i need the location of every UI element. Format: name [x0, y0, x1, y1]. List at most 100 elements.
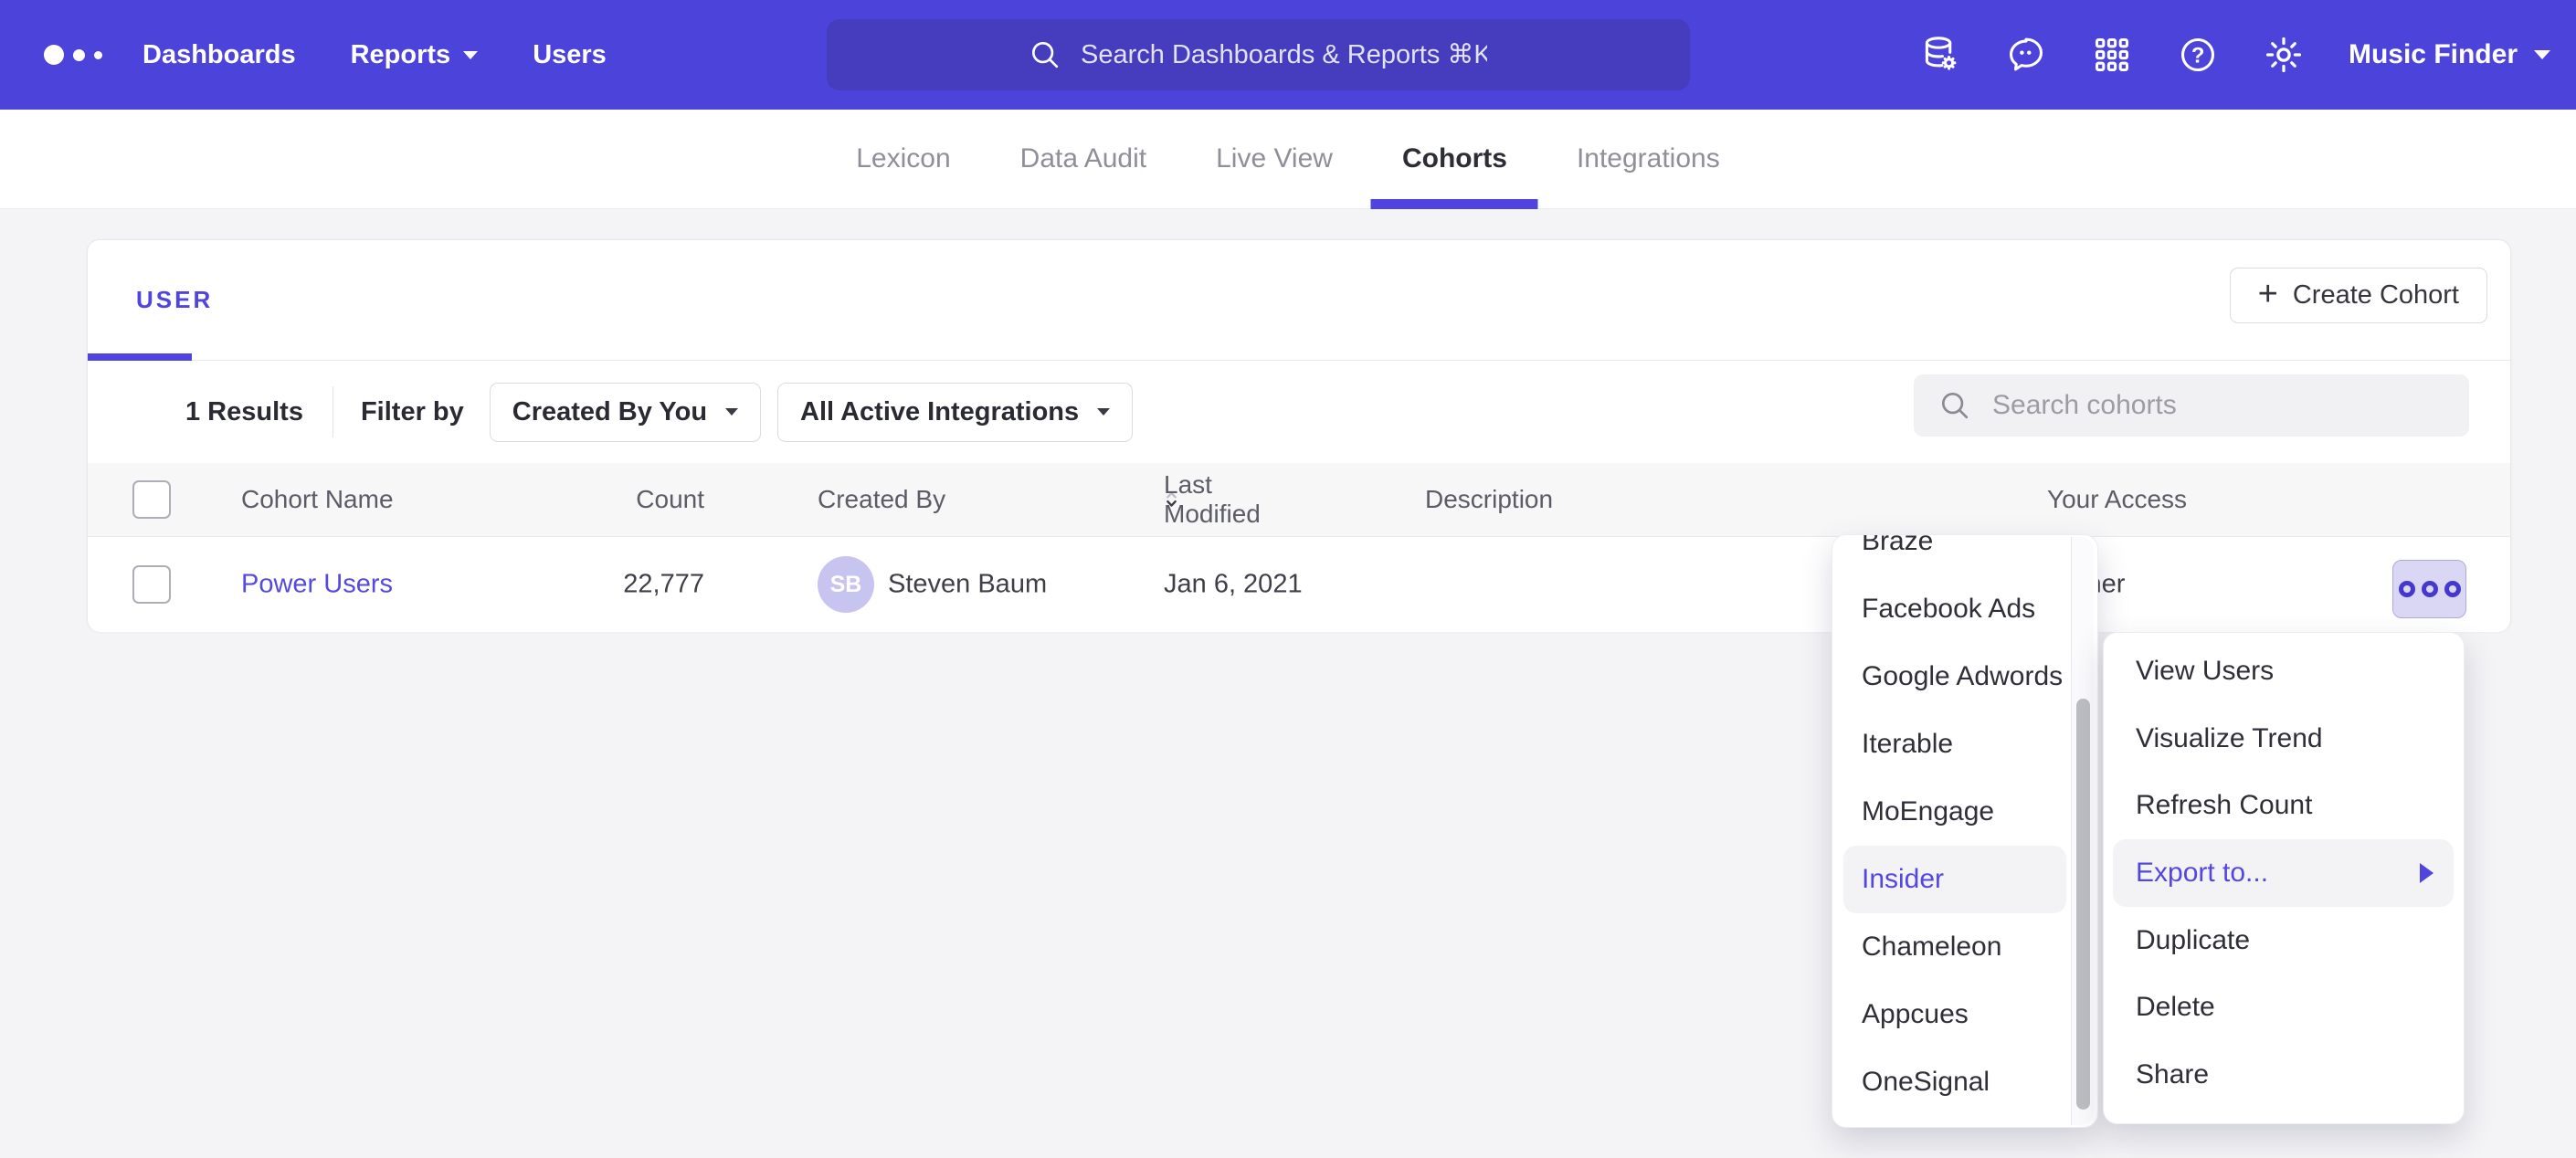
create-cohort-label: Create Cohort — [2293, 280, 2459, 311]
chevron-down-icon — [463, 51, 478, 59]
cohort-search-input[interactable] — [1990, 389, 2469, 422]
column-cohort-name[interactable]: Cohort Name — [241, 485, 394, 514]
tab-data-audit[interactable]: Data Audit — [1020, 110, 1146, 208]
settings-gear-icon[interactable] — [2263, 34, 2305, 76]
tab-integrations-label: Integrations — [1577, 143, 1720, 174]
filter-bar: 1 Results Filter by Created By You All A… — [88, 361, 2510, 463]
cohorts-card: USER + Create Cohort 1 Results Filter by… — [87, 239, 2511, 631]
created-by-name: Steven Baum — [888, 570, 1047, 600]
menu-item-share[interactable]: Share — [2113, 1041, 2454, 1109]
svg-text:?: ? — [2191, 43, 2205, 68]
mixpanel-logo-icon[interactable] — [44, 0, 102, 110]
chevron-down-icon — [2534, 50, 2550, 59]
tab-live-view-label: Live View — [1216, 143, 1333, 174]
global-search[interactable] — [827, 19, 1690, 90]
top-nav-items: Dashboards Reports Users — [143, 0, 607, 110]
column-last-modified[interactable]: Last Modified — [1164, 490, 1179, 509]
integrations-filter-value: All Active Integrations — [800, 397, 1079, 427]
user-tab-underline — [88, 353, 192, 361]
logo-dot-large — [44, 45, 64, 65]
cohort-search[interactable] — [1914, 374, 2469, 437]
logo-dot-medium — [73, 49, 85, 61]
row-checkbox[interactable] — [132, 565, 171, 604]
column-created-by[interactable]: Created By — [818, 485, 945, 514]
submenu-item-iterable[interactable]: Iterable — [1843, 711, 2066, 778]
tab-cohorts-label: Cohorts — [1402, 143, 1507, 174]
export-to-submenu-list: Braze Facebook Ads Google Adwords Iterab… — [1832, 534, 2097, 1116]
cohort-name-link[interactable]: Power Users — [241, 570, 393, 600]
nav-item-dashboards[interactable]: Dashboards — [143, 40, 296, 70]
table-row[interactable]: Power Users 22,777 SB Steven Baum Jan 6,… — [88, 537, 2510, 632]
menu-item-view-users[interactable]: View Users — [2113, 637, 2454, 705]
submenu-item-insider[interactable]: Insider — [1843, 846, 2066, 913]
menu-item-refresh-count[interactable]: Refresh Count — [2113, 772, 2454, 839]
top-nav: Dashboards Reports Users — [0, 0, 2576, 110]
menu-item-visualize-trend[interactable]: Visualize Trend — [2113, 705, 2454, 773]
search-icon — [1028, 37, 1062, 72]
tab-user-cohorts[interactable]: USER — [136, 286, 213, 314]
row-actions-menu: View Users Visualize Trend Refresh Count… — [2103, 632, 2465, 1124]
nav-item-dashboards-label: Dashboards — [143, 40, 296, 70]
tab-lexicon-label: Lexicon — [856, 143, 950, 174]
tab-lexicon[interactable]: Lexicon — [856, 110, 950, 208]
ellipsis-dot — [2422, 581, 2438, 597]
tab-cohorts[interactable]: Cohorts — [1402, 110, 1507, 208]
tab-data-audit-label: Data Audit — [1020, 143, 1146, 174]
integrations-filter-dropdown[interactable]: All Active Integrations — [777, 383, 1133, 442]
export-to-submenu: Braze Facebook Ads Google Adwords Iterab… — [1832, 534, 2098, 1128]
nav-item-users[interactable]: Users — [533, 40, 607, 70]
submenu-item-chameleon[interactable]: Chameleon — [1843, 913, 2066, 981]
tab-integrations[interactable]: Integrations — [1577, 110, 1720, 208]
submenu-item-facebook-ads[interactable]: Facebook Ads — [1843, 575, 2066, 643]
nav-item-reports-label: Reports — [351, 40, 451, 70]
top-nav-right: ? Music Finder — [1919, 0, 2550, 110]
search-icon — [1937, 388, 1972, 423]
table-header: Cohort Name Count Created By Last Modifi… — [88, 463, 2510, 537]
submenu-item-braze[interactable]: Braze — [1843, 534, 2066, 575]
apps-grid-icon[interactable] — [2091, 34, 2133, 76]
feedback-icon[interactable] — [2005, 34, 2047, 76]
column-your-access[interactable]: Your Access — [2047, 485, 2187, 514]
menu-item-delete[interactable]: Delete — [2113, 974, 2454, 1041]
help-icon[interactable]: ? — [2177, 34, 2219, 76]
data-settings-icon[interactable] — [1919, 34, 1961, 76]
column-count[interactable]: Count — [522, 485, 704, 514]
create-cohort-button[interactable]: + Create Cohort — [2230, 268, 2487, 323]
submenu-item-moengage[interactable]: MoEngage — [1843, 778, 2066, 846]
submenu-scrollbar-thumb[interactable] — [2076, 699, 2090, 1110]
filter-by-label: Filter by — [361, 397, 464, 427]
ellipsis-dot — [2399, 581, 2415, 597]
submenu-item-appcues[interactable]: Appcues — [1843, 981, 2066, 1048]
active-tab-underline — [1371, 199, 1538, 209]
plus-icon: + — [2258, 277, 2278, 311]
avatar: SB — [818, 556, 874, 613]
cohort-type-tabs: USER + Create Cohort — [88, 240, 2510, 361]
menu-item-export-to-label: Export to... — [2136, 858, 2268, 889]
last-modified-date: Jan 6, 2021 — [1164, 570, 1303, 600]
workspace-name: Music Finder — [2349, 39, 2518, 70]
column-description[interactable]: Description — [1425, 485, 1553, 514]
row-more-actions-button[interactable] — [2392, 560, 2466, 618]
menu-item-export-to[interactable]: Export to... — [2113, 839, 2454, 907]
chevron-down-icon — [725, 408, 738, 416]
submenu-arrow-icon — [2420, 863, 2433, 883]
chevron-down-icon — [1097, 408, 1110, 416]
data-management-tabs: Lexicon Data Audit Live View Cohorts Int… — [0, 110, 2576, 209]
nav-item-reports[interactable]: Reports — [351, 40, 479, 70]
created-by-filter-dropdown[interactable]: Created By You — [490, 383, 761, 442]
global-search-input[interactable] — [1079, 39, 1489, 71]
column-last-modified-label: Last Modified — [1164, 470, 1261, 529]
submenu-item-onesignal[interactable]: OneSignal — [1843, 1048, 2066, 1116]
app-root: Dashboards Reports Users — [0, 0, 2576, 1158]
menu-item-duplicate[interactable]: Duplicate — [2113, 907, 2454, 974]
nav-item-users-label: Users — [533, 40, 607, 70]
select-all-checkbox[interactable] — [132, 480, 171, 519]
created-by-filter-value: Created By You — [512, 397, 707, 427]
results-count: 1 Results — [185, 397, 303, 427]
ellipsis-dot — [2444, 581, 2461, 597]
tab-live-view[interactable]: Live View — [1216, 110, 1333, 208]
submenu-item-google-adwords[interactable]: Google Adwords — [1843, 643, 2066, 711]
cohort-count: 22,777 — [522, 570, 704, 600]
logo-dot-small — [94, 51, 102, 59]
workspace-switcher[interactable]: Music Finder — [2349, 39, 2550, 70]
